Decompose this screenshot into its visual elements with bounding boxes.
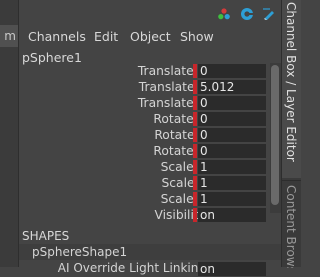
menu-object[interactable]: Object (130, 29, 171, 44)
channel-box-panel: Channels Edit Object Show pSphere1 Trans… (19, 0, 281, 276)
keyed-marker (193, 96, 197, 110)
keyed-marker (193, 192, 197, 206)
attribute-value-field[interactable]: 1 (198, 176, 266, 190)
keyed-marker (193, 112, 197, 126)
attribute-row-rotate-z[interactable]: Rotate Z 0 (19, 143, 281, 159)
attribute-value-field[interactable]: 0 (198, 96, 266, 110)
keyed-marker (193, 144, 197, 158)
shapes-section-header: SHAPES (22, 229, 70, 243)
keyed-marker (193, 160, 197, 174)
menu-show[interactable]: Show (180, 29, 214, 44)
right-tab-bar: Channel Box / Layer Editor Content Brows… (281, 0, 301, 268)
tab-channel-box-layer-editor[interactable]: Channel Box / Layer Editor (282, 0, 301, 178)
tab-content-browser[interactable]: Content Browser (282, 180, 301, 268)
attribute-value-field[interactable]: 0 (198, 128, 266, 142)
attribute-row-rotate-y[interactable]: Rotate Y 0 (19, 127, 281, 143)
tri-color-channel-icon[interactable] (217, 7, 231, 21)
menu-edit[interactable]: Edit (94, 29, 118, 44)
menu-channels[interactable]: Channels (28, 29, 86, 44)
attribute-row-scale-y[interactable]: Scale Y 1 (19, 175, 281, 191)
attribute-value-field[interactable]: 0 (198, 144, 266, 158)
attribute-row-translate-z[interactable]: Translate Z 0 (19, 95, 281, 111)
shape-node-row[interactable]: pSphereShape1 (19, 244, 281, 260)
attribute-value-field[interactable]: 0 (198, 112, 266, 126)
tab-channel-box-label: Channel Box / Layer Editor (284, 2, 298, 162)
attribute-value-field[interactable]: on (198, 208, 266, 222)
left-panel-tab[interactable]: m (0, 25, 18, 47)
edit-pencil-icon[interactable] (262, 7, 276, 21)
tab-content-browser-label: Content Browser (284, 185, 298, 268)
channel-box-menubar: Channels Edit Object Show (19, 26, 281, 46)
attribute-value-field[interactable]: 0 (198, 64, 266, 78)
attribute-value-field[interactable]: 5.012 (198, 80, 266, 94)
attribute-value-field[interactable]: 1 (198, 192, 266, 206)
attribute-row-translate-y[interactable]: Translate Y 5.012 (19, 79, 281, 95)
attribute-row-scale-z[interactable]: Scale Z 1 (19, 191, 281, 207)
channel-box-toolbar (19, 0, 281, 25)
attribute-row-translate-x[interactable]: Translate X 0 (19, 63, 281, 79)
node-focus-icon[interactable] (240, 7, 254, 21)
shape-node-name[interactable]: pSphereShape1 (32, 245, 127, 259)
attribute-row-visibility[interactable]: Visibility on (19, 207, 281, 223)
keyed-marker (193, 64, 197, 78)
attribute-list: Translate X 0 Translate Y 5.012 Translat… (19, 63, 281, 223)
keyed-marker (193, 208, 197, 222)
attribute-label[interactable]: AI Override Light Linking (58, 261, 206, 275)
scrollbar-thumb[interactable] (271, 65, 279, 205)
keyed-marker (193, 176, 197, 190)
left-panel-tab-label: m (4, 29, 16, 43)
attribute-row-rotate-x[interactable]: Rotate X 0 (19, 111, 281, 127)
attribute-row-scale-x[interactable]: Scale X 1 (19, 159, 281, 175)
attribute-value-field[interactable]: on (198, 262, 266, 276)
keyed-marker (193, 80, 197, 94)
keyed-marker (193, 128, 197, 142)
attribute-value-field[interactable]: 1 (198, 160, 266, 174)
left-panel-strip: m (0, 0, 19, 267)
attribute-row-ai-override-light-linking[interactable]: AI Override Light Linking on (19, 261, 281, 277)
